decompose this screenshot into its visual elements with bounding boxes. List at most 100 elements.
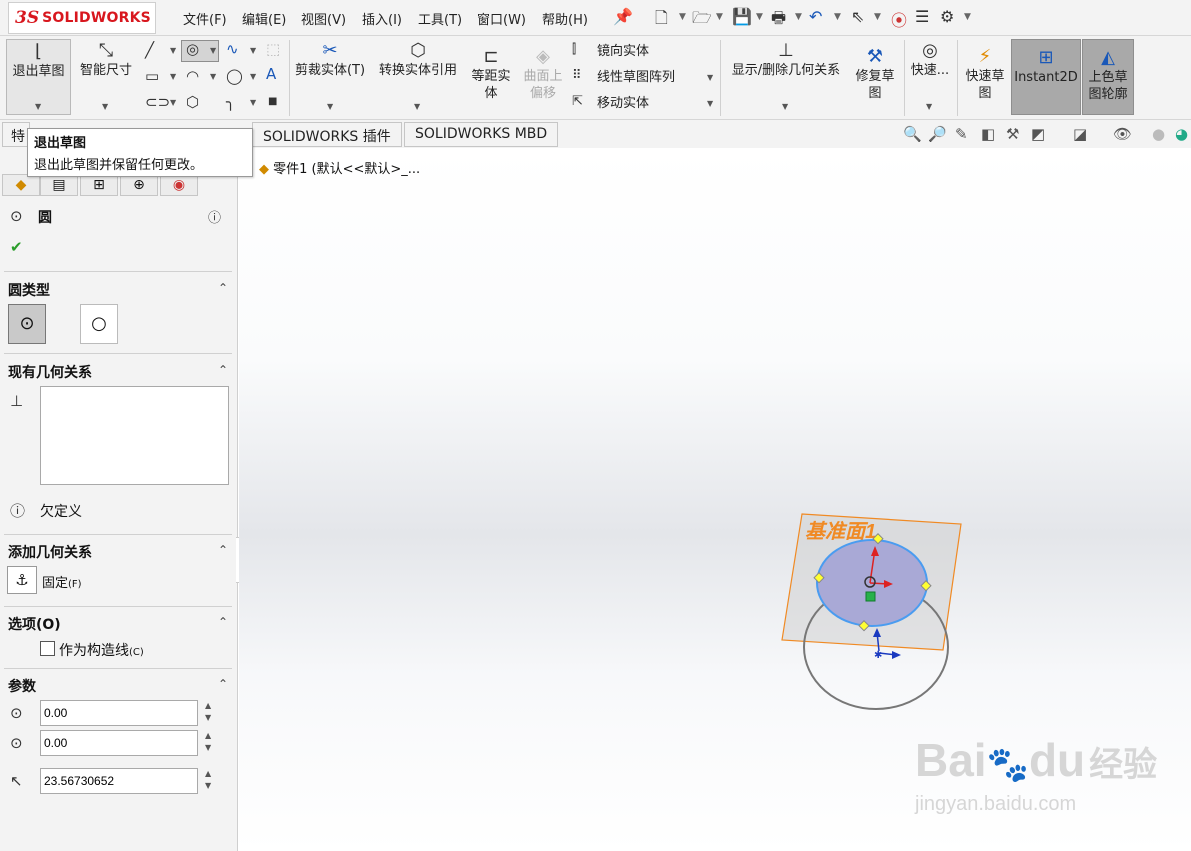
menu-insert[interactable]: 插入(I) xyxy=(362,9,402,28)
configuration-manager-tab-icon[interactable]: ⊞ xyxy=(80,174,118,196)
perimeter-circle-type-icon[interactable]: ○ xyxy=(80,304,118,344)
move-entities-label[interactable]: 移动实体 xyxy=(597,95,649,112)
previous-view-icon[interactable]: ✎ xyxy=(955,125,968,143)
spinner-icon[interactable]: ▲ ▼ xyxy=(205,700,211,724)
chevron-down-icon[interactable]: ▼ xyxy=(414,102,420,111)
open-folder-icon[interactable]: 🗁 xyxy=(692,7,712,34)
trim-entities-button[interactable]: ✂ 剪裁实体(T) xyxy=(293,42,367,79)
chevron-down-icon[interactable]: ▼ xyxy=(795,12,802,22)
feature-manager-tab-icon[interactable]: ◆ xyxy=(2,174,40,196)
arc-tool-icon[interactable]: ◠ xyxy=(186,67,199,85)
plane-tool-icon[interactable]: ⬚ xyxy=(266,40,280,58)
section-view-icon[interactable]: ◧ xyxy=(981,125,995,143)
dynamic-annotation-icon[interactable]: ⚒ xyxy=(1006,125,1019,143)
smart-dimension-button[interactable]: ⤡ 智能尺寸 xyxy=(76,42,136,79)
chevron-down-icon[interactable]: ▼ xyxy=(679,12,686,22)
pin-icon[interactable]: 📌 xyxy=(613,7,633,26)
ok-checkmark-icon[interactable]: ✔ xyxy=(10,238,23,256)
mirror-entities-icon[interactable]: ⫿ xyxy=(572,42,576,57)
center-x-input[interactable] xyxy=(40,700,198,726)
options-gear-icon[interactable]: ⚙ xyxy=(940,7,954,26)
chevron-down-icon[interactable]: ▼ xyxy=(102,102,108,111)
tab-features[interactable]: 特 xyxy=(2,122,30,147)
save-icon[interactable]: 💾 xyxy=(732,7,752,26)
collapse-chevron-icon[interactable]: ⌃ xyxy=(218,615,228,629)
display-style-icon[interactable]: ◪ xyxy=(1073,125,1087,143)
convert-entities-button[interactable]: ⬡ 转换实体引用 xyxy=(373,42,463,79)
move-entities-icon[interactable]: ⇱ xyxy=(572,94,583,109)
hide-show-items-icon[interactable]: 👁 xyxy=(1113,125,1132,143)
spinner-icon[interactable]: ▲ ▼ xyxy=(205,768,211,792)
quick-snaps-button[interactable]: ◎ 快速... xyxy=(907,42,953,79)
fixed-relation-label[interactable]: 固定(F) xyxy=(42,572,82,591)
slot-tool-icon[interactable]: ⊂⊃ xyxy=(145,93,170,111)
chevron-down-icon[interactable]: ▼ xyxy=(707,73,713,82)
rectangle-tool-icon[interactable]: ▭ xyxy=(145,67,159,85)
print-icon[interactable]: 🖶 xyxy=(771,7,786,34)
repair-sketch-button[interactable]: ⚒ 修复草 图 xyxy=(852,48,898,102)
instant2d-button[interactable]: ⊞ Instant2D xyxy=(1011,39,1081,115)
chevron-down-icon[interactable]: ▼ xyxy=(874,12,881,22)
select-cursor-icon[interactable]: ⇖ xyxy=(851,7,864,26)
point-tool-icon[interactable]: ■ xyxy=(268,96,277,107)
ellipse-tool-icon[interactable]: ◯ xyxy=(226,67,243,85)
property-manager-tab-icon[interactable]: ▤ xyxy=(40,174,78,196)
help-icon[interactable]: ⓘ xyxy=(208,207,221,226)
tab-solidworks-addins[interactable]: SOLIDWORKS 插件 xyxy=(252,122,402,147)
collapse-chevron-icon[interactable]: ⌃ xyxy=(218,281,228,295)
chevron-down-icon[interactable]: ▼ xyxy=(210,46,216,55)
radius-input[interactable] xyxy=(40,768,198,794)
exit-sketch-button[interactable]: ⌊ 退出草图 ▼ xyxy=(6,39,71,115)
collapse-chevron-icon[interactable]: ⌃ xyxy=(218,677,228,691)
spinner-icon[interactable]: ▲ ▼ xyxy=(205,730,211,754)
scenes-icon[interactable]: ◕ xyxy=(1175,125,1188,143)
linear-pattern-label[interactable]: 线性草图阵列 xyxy=(597,69,675,86)
spline-tool-icon[interactable]: ∿ xyxy=(226,40,239,58)
offset-entities-button[interactable]: ⊏ 等距实 体 xyxy=(468,48,514,102)
sketch-origin[interactable] xyxy=(865,591,876,602)
text-tool-icon[interactable]: A xyxy=(266,65,276,83)
construction-label[interactable]: 作为构造线(C) xyxy=(59,640,144,660)
file-properties-icon[interactable]: ☰ xyxy=(915,7,929,26)
undo-icon[interactable]: ↶ xyxy=(809,7,822,26)
new-document-icon[interactable]: 🗋 xyxy=(655,7,668,34)
view-orientation-icon[interactable]: ◩ xyxy=(1031,125,1045,143)
zoom-to-area-icon[interactable]: 🔎 xyxy=(928,125,947,143)
chevron-down-icon[interactable]: ▼ xyxy=(926,102,932,111)
chevron-down-icon[interactable]: ▼ xyxy=(170,72,176,81)
display-manager-tab-icon[interactable]: ◉ xyxy=(160,174,198,196)
chevron-down-icon[interactable]: ▼ xyxy=(716,12,723,22)
solidworks-logo[interactable]: 3S SOLIDWORKS xyxy=(8,2,156,34)
menu-help[interactable]: 帮助(H) xyxy=(542,9,588,28)
fixed-relation-icon[interactable]: ⚓ xyxy=(7,566,37,594)
menu-window[interactable]: 窗口(W) xyxy=(477,9,526,28)
construction-checkbox[interactable] xyxy=(40,641,55,656)
collapse-chevron-icon[interactable]: ⌃ xyxy=(218,543,228,557)
fillet-tool-icon[interactable]: ╮ xyxy=(226,93,235,111)
chevron-down-icon[interactable]: ▼ xyxy=(964,12,971,22)
rapid-sketch-button[interactable]: ⚡ 快速草 图 xyxy=(961,48,1009,102)
chevron-down-icon[interactable]: ▼ xyxy=(782,102,788,111)
chevron-down-icon[interactable]: ▼ xyxy=(170,98,176,107)
collapse-chevron-icon[interactable]: ⌃ xyxy=(218,363,228,377)
display-relations-button[interactable]: ⊥ 显示/删除几何关系 xyxy=(726,42,846,79)
chevron-down-icon[interactable]: ▼ xyxy=(756,12,763,22)
menu-edit[interactable]: 编辑(E) xyxy=(242,9,286,28)
menu-file[interactable]: 文件(F) xyxy=(183,9,227,28)
line-tool-icon[interactable]: ╱ xyxy=(145,41,154,59)
circle-tool-icon[interactable]: ◎ xyxy=(186,40,199,58)
mirror-entities-label[interactable]: 镜向实体 xyxy=(597,43,649,60)
chevron-down-icon[interactable]: ▼ xyxy=(250,72,256,81)
rebuild-traffic-light-icon[interactable]: ⦿ xyxy=(891,7,907,31)
polygon-tool-icon[interactable]: ⬡ xyxy=(186,93,199,111)
chevron-down-icon[interactable]: ▼ xyxy=(250,98,256,107)
menu-view[interactable]: 视图(V) xyxy=(301,9,346,28)
chevron-down-icon[interactable]: ▼ xyxy=(35,102,41,111)
shaded-sketch-contours-button[interactable]: ◭ 上色草 图轮廓 xyxy=(1082,39,1134,115)
chevron-down-icon[interactable]: ▼ xyxy=(170,46,176,55)
center-y-input[interactable] xyxy=(40,730,198,756)
chevron-down-icon[interactable]: ▼ xyxy=(250,46,256,55)
graphics-viewport[interactable]: ◆ 零件1 (默认<<默认>_... 基准面1 ✱ Bai🐾du 经验 jingy… xyxy=(239,148,1191,851)
offset-on-surface-button[interactable]: ◈ 曲面上 偏移 xyxy=(519,48,567,102)
existing-relations-list[interactable] xyxy=(40,386,229,485)
